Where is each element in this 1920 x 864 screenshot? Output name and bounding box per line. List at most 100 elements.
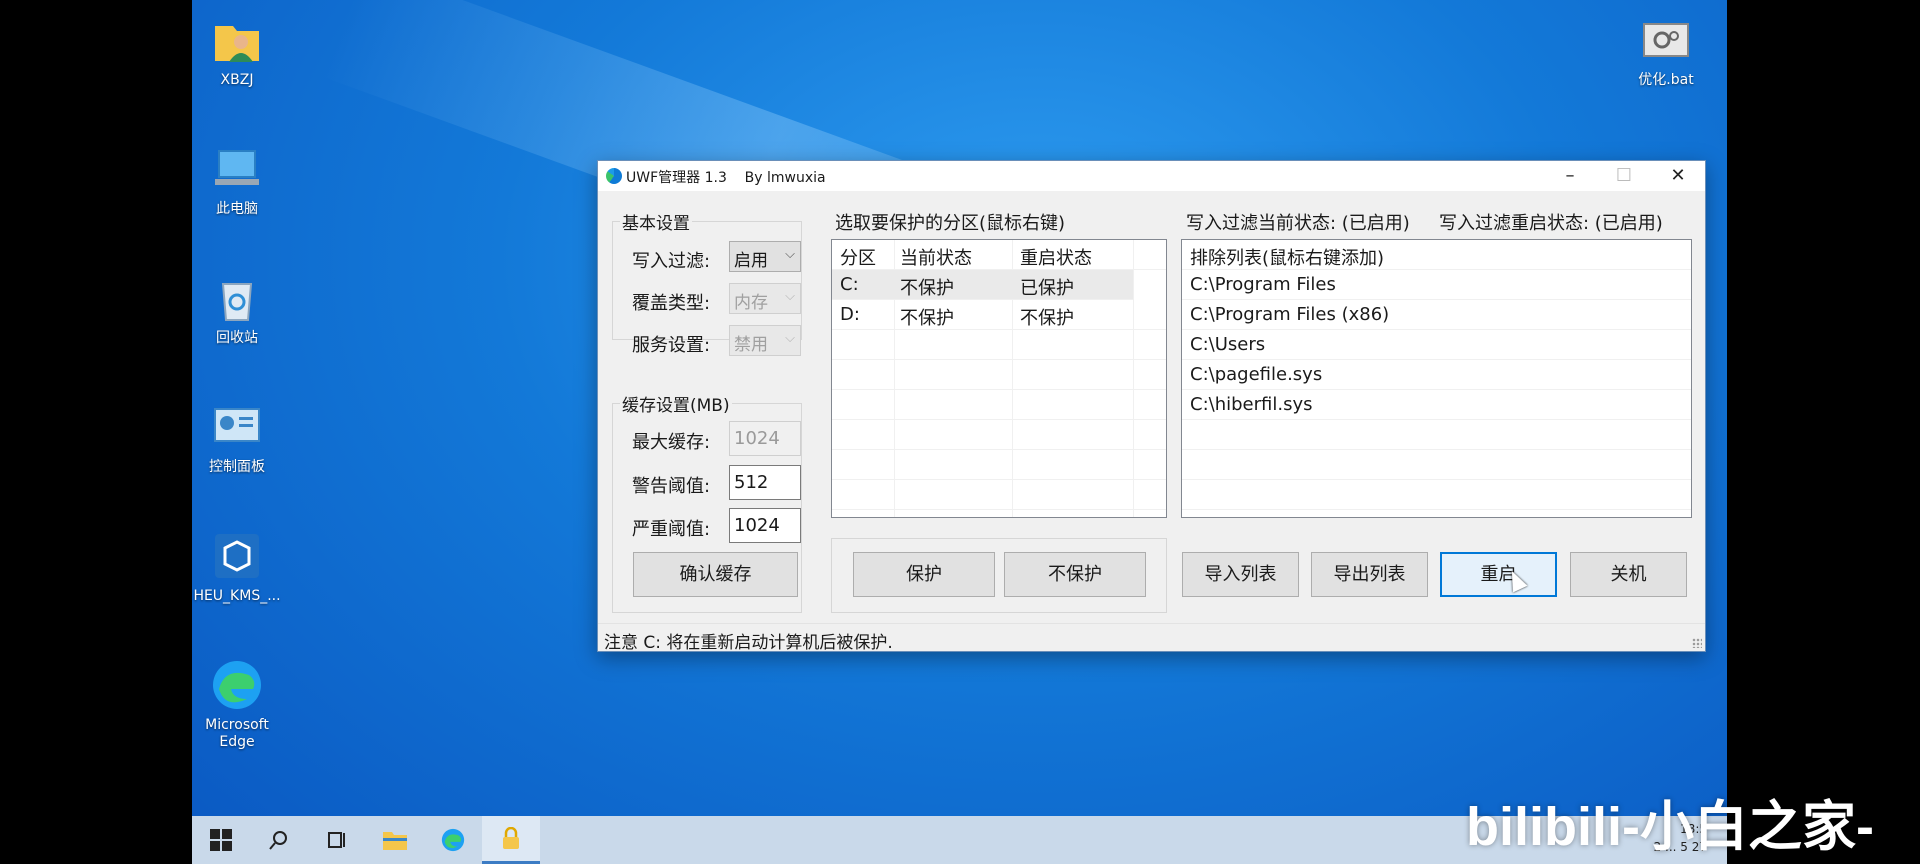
max-cache-input[interactable]: 1024 — [729, 421, 801, 456]
partition-row[interactable]: D: 不保护 不保护 — [832, 300, 1166, 330]
basic-settings-title: 基本设置 — [620, 209, 692, 234]
service-label: 服务设置: — [632, 335, 711, 356]
partition-cell: D: — [840, 304, 860, 325]
edge-taskbar-button[interactable] — [424, 816, 482, 864]
desktop-icon-edge[interactable]: Microsoft Edge — [192, 657, 282, 751]
filter-reboot-status: 写入过滤重启状态: (已启用) — [1439, 213, 1663, 234]
column-header-current[interactable]: 当前状态 — [900, 244, 972, 270]
desktop-icon-label: XBZJ — [220, 72, 254, 88]
user-folder-icon — [215, 26, 259, 62]
resize-grip-icon[interactable] — [1692, 638, 1702, 648]
recycle-bin-icon — [221, 283, 253, 321]
close-button[interactable]: ✕ — [1651, 161, 1705, 191]
status-text: 注意 C: 将在重新启动计算机后被保护. — [604, 633, 893, 653]
exclusion-item[interactable]: C:\Users — [1182, 330, 1691, 360]
exclusion-item[interactable]: C:\Program Files — [1182, 270, 1691, 300]
overlay-type-label: 覆盖类型: — [632, 293, 711, 314]
protect-button[interactable]: 保护 — [853, 552, 995, 597]
desktop-icon-label: 优化.bat — [1638, 72, 1694, 88]
empty-row — [832, 390, 1166, 420]
heu-kms-icon — [215, 534, 259, 578]
partition-header-row: 分区 当前状态 重启状态 — [832, 240, 1166, 270]
chevron-down-icon: ⌵ — [785, 289, 795, 304]
empty-row — [832, 420, 1166, 450]
critical-threshold-input[interactable]: 1024 — [729, 508, 801, 543]
partition-row[interactable]: C: 不保护 已保护 — [832, 270, 1133, 300]
minimize-button[interactable]: – — [1543, 161, 1597, 191]
task-view-icon — [328, 832, 345, 848]
exclusion-item[interactable]: C:\hiberfil.sys — [1182, 390, 1691, 420]
write-filter-value: 启用 — [734, 251, 768, 271]
desktop-icon-this-pc[interactable]: 此电脑 — [192, 141, 282, 218]
exclusion-path: C:\hiberfil.sys — [1190, 394, 1313, 415]
partition-cell: 已保护 — [1020, 278, 1074, 299]
control-panel-icon — [214, 408, 260, 442]
start-button[interactable] — [192, 816, 250, 864]
uwf-taskbar-button[interactable] — [482, 816, 540, 864]
unprotect-button[interactable]: 不保护 — [1004, 552, 1146, 597]
edge-icon — [441, 828, 465, 852]
window-title: UWF管理器 1.3 By lmwuxia — [626, 170, 826, 186]
service-value: 禁用 — [734, 335, 768, 355]
partition-list[interactable]: 分区 当前状态 重启状态 C: 不保护 已保护 D: 不保护 不保护 — [831, 239, 1167, 518]
chevron-down-icon: ⌵ — [785, 331, 795, 346]
column-header-reboot[interactable]: 重启状态 — [1020, 244, 1092, 270]
empty-row — [832, 330, 1166, 360]
overlay-type-value: 内存 — [734, 293, 768, 313]
partition-cell: 不保护 — [900, 278, 954, 299]
critical-threshold-label: 严重阈值: — [632, 519, 711, 540]
exclusion-item[interactable]: C:\Program Files (x86) — [1182, 300, 1691, 330]
task-view-button[interactable] — [308, 816, 366, 864]
search-icon — [269, 831, 287, 850]
maximize-button[interactable]: ☐ — [1597, 161, 1651, 191]
basic-settings-group — [612, 221, 802, 340]
desktop-icon-control-panel[interactable]: 控制面板 — [192, 399, 282, 476]
overlay-type-select[interactable]: 内存 ⌵ — [729, 283, 801, 314]
empty-row — [832, 360, 1166, 390]
edge-icon — [213, 661, 261, 709]
warn-threshold-input[interactable]: 512 — [729, 465, 801, 500]
service-select[interactable]: 禁用 ⌵ — [729, 325, 801, 356]
filter-current-status: 写入过滤当前状态: (已启用) — [1186, 213, 1410, 234]
import-list-button[interactable]: 导入列表 — [1182, 552, 1299, 597]
exclusion-path: C:\Program Files (x86) — [1190, 304, 1390, 325]
export-list-button[interactable]: 导出列表 — [1311, 552, 1428, 597]
desktop-icon-bat[interactable]: 优化.bat — [1621, 12, 1711, 89]
empty-row — [832, 450, 1166, 480]
desktop-icon-recycle-bin[interactable]: 回收站 — [192, 270, 282, 347]
restart-button[interactable]: 重启 — [1440, 552, 1557, 597]
title-bar[interactable]: UWF管理器 1.3 By lmwuxia – ☐ ✕ — [598, 161, 1705, 191]
uwf-manager-window: UWF管理器 1.3 By lmwuxia – ☐ ✕ 基本设置 写入过滤: 启… — [597, 160, 1706, 653]
exclusion-path: C:\Program Files — [1190, 274, 1336, 295]
desktop-icon-label: HEU_KMS_... — [193, 588, 281, 604]
file-explorer-button[interactable] — [366, 816, 424, 864]
status-bar: 注意 C: 将在重新启动计算机后被保护. — [598, 623, 1705, 653]
write-filter-select[interactable]: 启用 ⌵ — [729, 241, 801, 272]
lock-icon — [503, 826, 519, 849]
max-cache-label: 最大缓存: — [632, 432, 711, 453]
shutdown-button[interactable]: 关机 — [1570, 552, 1687, 597]
desktop-icon-label: 控制面板 — [209, 459, 265, 475]
column-header-partition[interactable]: 分区 — [840, 244, 876, 270]
desktop-icon-xbzj[interactable]: XBZJ — [192, 12, 282, 89]
bilibili-watermark: bilibili-小白之家- — [1466, 797, 1874, 857]
search-button[interactable] — [250, 816, 308, 864]
this-pc-icon — [215, 150, 259, 185]
confirm-cache-button[interactable]: 确认缓存 — [633, 552, 798, 597]
app-icon — [606, 168, 622, 184]
desktop-icon-heu-kms[interactable]: HEU_KMS_... — [192, 528, 282, 605]
cache-settings-title: 缓存设置(MB) — [620, 391, 732, 416]
empty-row — [832, 480, 1166, 510]
desktop: XBZJ 此电脑 回收站 控制面板 HEU_KMS_... Microsoft … — [192, 0, 1727, 864]
file-explorer-icon — [383, 832, 407, 850]
warn-threshold-label: 警告阈值: — [632, 476, 711, 497]
desktop-icon-label: 此电脑 — [216, 201, 258, 217]
exclusion-list[interactable]: 排除列表(鼠标右键添加) C:\Program Files C:\Program… — [1181, 239, 1692, 518]
exclusion-item[interactable]: C:\pagefile.sys — [1182, 360, 1691, 390]
empty-row — [1182, 450, 1691, 480]
bat-file-icon — [1643, 23, 1689, 57]
partition-cell: 不保护 — [900, 308, 954, 329]
desktop-icon-label: Microsoft Edge — [205, 717, 269, 750]
write-filter-label: 写入过滤: — [632, 251, 711, 272]
exclusion-path: C:\pagefile.sys — [1190, 364, 1323, 385]
